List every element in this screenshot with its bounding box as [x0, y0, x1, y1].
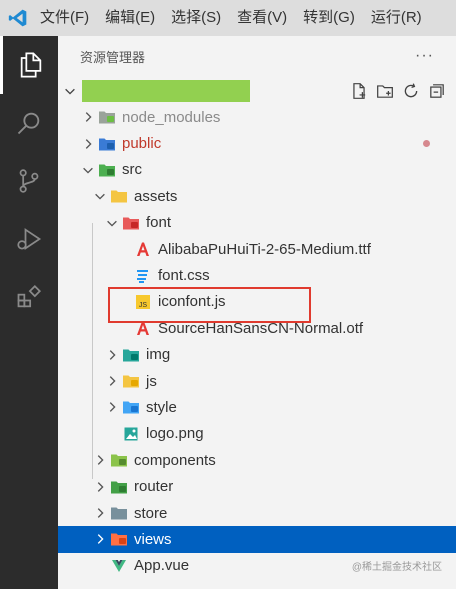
chevron-down-icon	[80, 162, 96, 178]
folder-style-icon	[122, 398, 140, 416]
tree-file-row[interactable]: AlibabaPuHuiTi-2-65-Medium.ttf	[58, 236, 456, 262]
menu-bar: 文件(F) 编辑(E) 选择(S) 查看(V) 转到(G) 运行(R)	[0, 0, 456, 36]
folder-public-icon	[98, 135, 116, 153]
modified-dot	[423, 140, 430, 148]
folder-node-icon	[98, 108, 116, 126]
tree-folder-row[interactable]: components	[58, 447, 456, 473]
watermark: @稀土掘金技术社区	[351, 562, 442, 573]
tree-item-label: public	[122, 135, 162, 153]
tree-folder-row[interactable]: router	[58, 473, 456, 499]
menu-file[interactable]: 文件(F)	[32, 0, 97, 36]
project-name-redacted	[82, 80, 250, 102]
chevron-right-icon	[80, 136, 96, 152]
chevron-right-icon	[92, 479, 108, 495]
tree-item-label: logo.png	[146, 425, 204, 443]
tree-item-label: img	[146, 346, 171, 364]
folder-components-icon	[110, 451, 128, 469]
refresh-icon[interactable]	[402, 82, 420, 105]
menu-run[interactable]: 运行(R)	[363, 0, 430, 36]
folder-src-icon	[98, 161, 116, 179]
search-icon[interactable]	[0, 94, 58, 152]
folder-store-icon	[110, 504, 128, 522]
more-actions-icon[interactable]: ···	[415, 47, 434, 65]
css-file-icon	[134, 267, 152, 285]
menu-selection[interactable]: 选择(S)	[163, 0, 229, 36]
tree-item-label: font.css	[158, 267, 210, 285]
tree-item-label: AlibabaPuHuiTi-2-65-Medium.ttf	[158, 240, 371, 258]
tree-item-label: App.vue	[134, 557, 190, 575]
vue-file-icon	[110, 557, 128, 575]
chevron-down-icon	[62, 83, 78, 99]
indent-guide	[92, 223, 93, 479]
explorer-icon[interactable]	[0, 36, 58, 94]
tree-folder-row[interactable]: font	[58, 210, 456, 236]
image-file-icon	[122, 425, 140, 443]
tree-item-label: store	[134, 504, 168, 522]
menu-edit[interactable]: 编辑(E)	[97, 0, 163, 36]
folder-assets-icon	[110, 187, 128, 205]
activity-bar	[0, 36, 58, 589]
chevron-right-icon	[92, 505, 108, 521]
folder-views-icon	[110, 530, 128, 548]
explorer-title: 资源管理器	[80, 49, 146, 65]
collapse-all-icon[interactable]	[428, 82, 446, 105]
tree-folder-row[interactable]: img	[58, 342, 456, 368]
extensions-icon[interactable]	[0, 268, 58, 326]
chevron-right-icon	[92, 531, 108, 547]
menu-view[interactable]: 查看(V)	[229, 0, 295, 36]
tree-folder-row[interactable]: store	[58, 500, 456, 526]
new-folder-icon[interactable]	[376, 82, 394, 105]
folder-img-icon	[122, 346, 140, 364]
tree-item-label: style	[146, 398, 177, 416]
folder-router-icon	[110, 478, 128, 496]
tree-item-label: js	[146, 372, 157, 390]
folder-font-icon	[122, 214, 140, 232]
tree-folder-row[interactable]: node_modules	[58, 104, 456, 130]
highlight-box	[108, 287, 311, 323]
new-file-icon[interactable]	[350, 82, 368, 105]
menu-go[interactable]: 转到(G)	[295, 0, 363, 36]
project-header[interactable]	[58, 78, 456, 104]
tree-item-label: font	[146, 214, 172, 232]
source-control-icon[interactable]	[0, 152, 58, 210]
file-tree: node_modulespublic src assets font AlibabaPu…	[58, 104, 456, 579]
folder-js-icon	[122, 372, 140, 390]
run-debug-icon[interactable]	[0, 210, 58, 268]
chevron-right-icon	[92, 452, 108, 468]
tree-folder-row[interactable]: assets	[58, 183, 456, 209]
tree-item-label: router	[134, 478, 174, 496]
tree-folder-row[interactable]: style	[58, 394, 456, 420]
vscode-logo-icon	[4, 0, 32, 36]
tree-folder-row[interactable]: js	[58, 368, 456, 394]
chevron-right-icon	[80, 109, 96, 125]
tree-item-label: node_modules	[122, 108, 221, 126]
tree-file-row[interactable]: logo.png	[58, 421, 456, 447]
explorer-header: 资源管理器 ···	[58, 36, 456, 76]
tree-item-label: views	[134, 530, 172, 548]
chevron-down-icon	[104, 215, 120, 231]
tree-folder-row[interactable]: views	[58, 526, 456, 553]
chevron-right-icon	[104, 373, 120, 389]
tree-folder-row[interactable]: src	[58, 157, 456, 183]
tree-file-row[interactable]: font.css	[58, 262, 456, 288]
chevron-right-icon	[104, 399, 120, 415]
chevron-right-icon	[104, 347, 120, 363]
tree-item-label: components	[134, 451, 216, 469]
tree-item-label: assets	[134, 187, 178, 205]
project-actions	[350, 82, 446, 105]
font-file-icon	[134, 240, 152, 258]
tree-folder-row[interactable]: public	[58, 130, 456, 156]
tree-item-label: src	[122, 161, 142, 179]
chevron-down-icon	[92, 188, 108, 204]
